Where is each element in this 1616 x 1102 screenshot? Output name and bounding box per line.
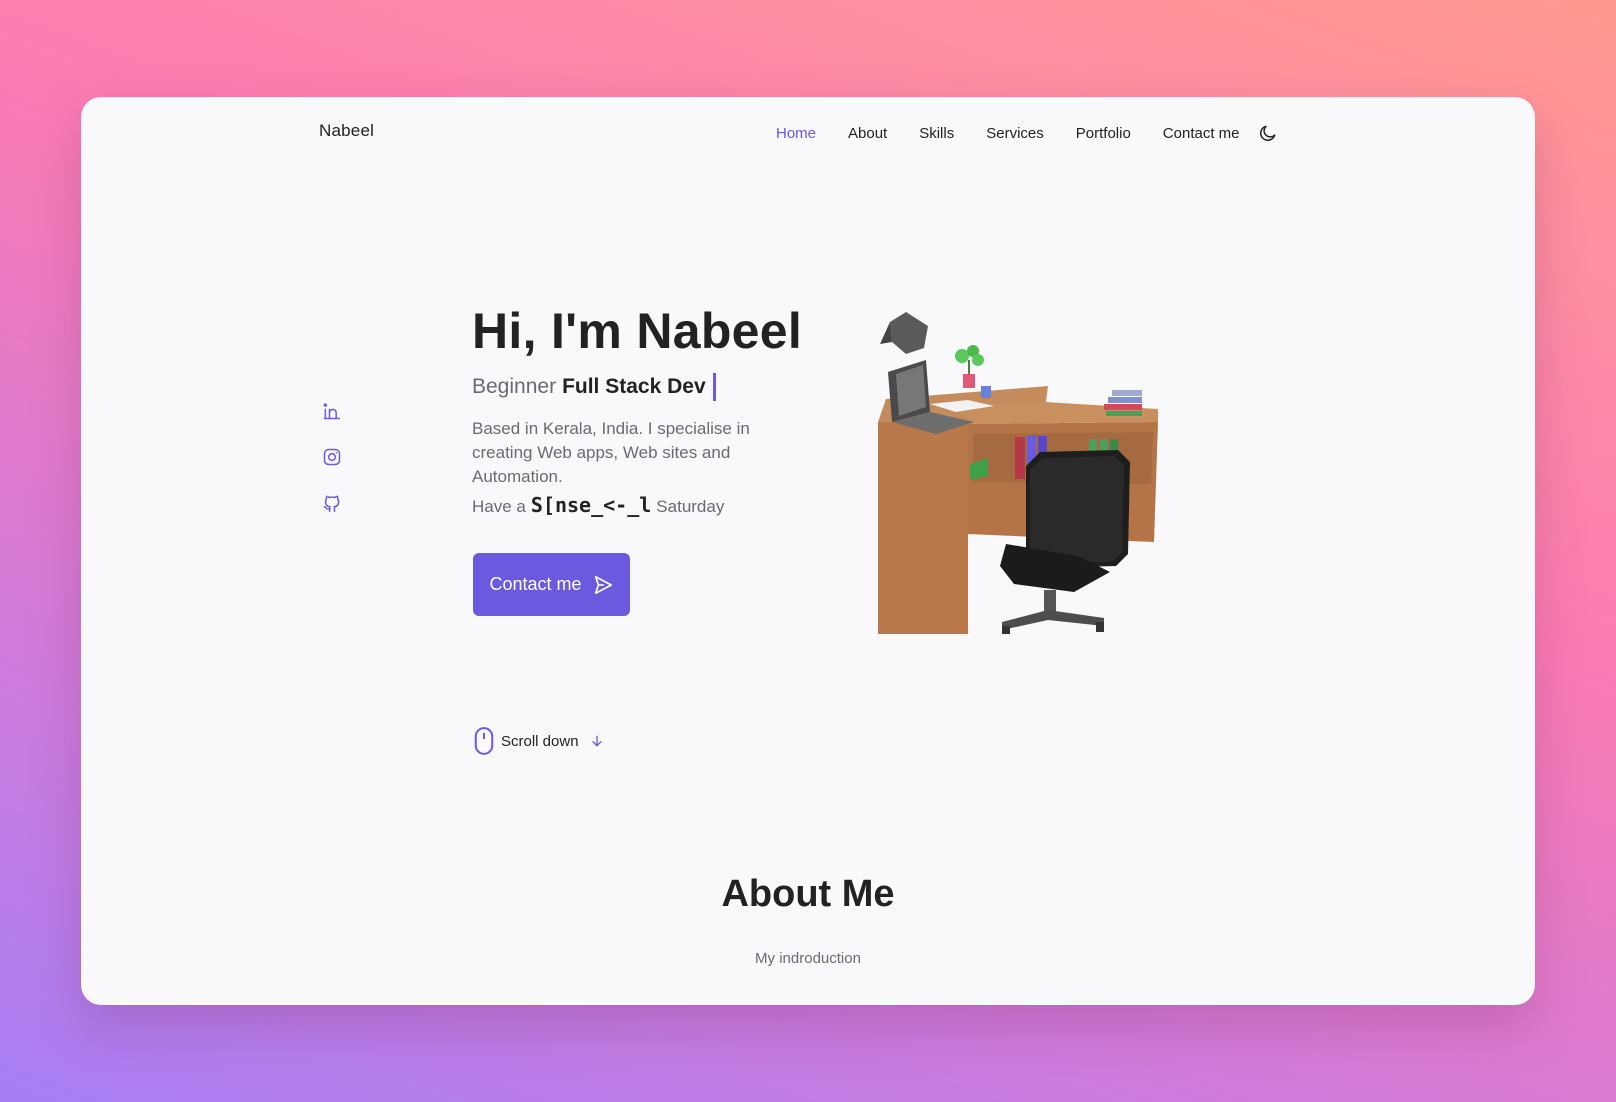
nav-menu: Home About Skills Services Portfolio Con… [776, 123, 1278, 143]
greet-prefix: Have a [472, 497, 526, 516]
desk-workspace-illustration [878, 312, 1158, 634]
github-icon[interactable] [322, 493, 342, 513]
send-icon [594, 575, 612, 594]
nav-link-skills[interactable]: Skills [919, 125, 954, 142]
nav-link-home[interactable]: Home [776, 125, 816, 142]
contact-button-label: Contact me [489, 574, 582, 594]
subtitle-role: Full Stack Dev [562, 375, 706, 398]
subtitle-prefix: Beginner [472, 375, 557, 398]
arrow-down-icon [591, 735, 602, 747]
about-section-subtitle: My indroduction [755, 950, 861, 967]
hero-subtitle: Beginner Full Stack Dev [472, 373, 716, 401]
instagram-icon[interactable] [322, 447, 342, 467]
contact-me-button[interactable]: Contact me [473, 553, 630, 616]
scroll-down-label: Scroll down [501, 732, 579, 750]
nav-link-contact[interactable]: Contact me [1163, 125, 1240, 142]
social-links [322, 401, 342, 513]
linkedin-icon[interactable] [322, 401, 342, 421]
portfolio-page: Nabeel Home About Skills Services Portfo… [81, 97, 1535, 1005]
hero-description: Based in Kerala, India. I specialise in … [472, 419, 750, 486]
nav-logo[interactable]: Nabeel [319, 121, 374, 141]
hero-greeting: Have a S[nse_<-_l Saturday [472, 493, 724, 517]
nav-link-services[interactable]: Services [986, 125, 1044, 142]
hero-title: Hi, I'm Nabeel [472, 303, 803, 359]
about-section-title: About Me [721, 873, 895, 915]
nav-link-portfolio[interactable]: Portfolio [1076, 125, 1131, 142]
mouse-icon [474, 727, 494, 755]
greet-day: Saturday [656, 497, 725, 516]
moon-icon[interactable] [1258, 123, 1278, 143]
typing-cursor [712, 373, 716, 401]
nav-link-about[interactable]: About [848, 125, 887, 142]
scroll-down-link[interactable]: Scroll down [473, 726, 605, 756]
greet-word: S[nse_<-_l [530, 493, 652, 517]
